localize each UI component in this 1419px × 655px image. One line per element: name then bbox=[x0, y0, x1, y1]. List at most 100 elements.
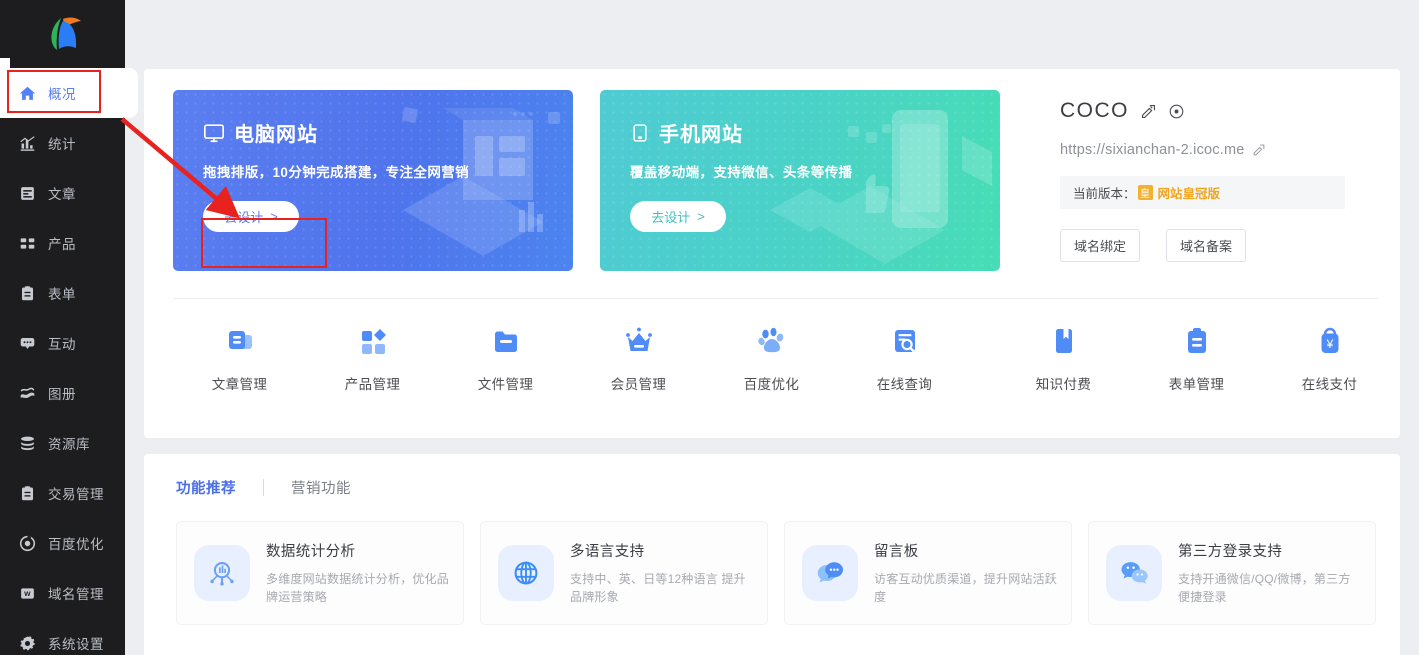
sidebar-item-label: 交易管理 bbox=[48, 487, 104, 502]
wechat-icon bbox=[1106, 545, 1162, 601]
shortcut-product-management[interactable]: 产品管理 bbox=[306, 323, 439, 393]
feature-card-title: 留言板 bbox=[874, 544, 919, 560]
feature-card-desc: 多维度网站数据统计分析，优化品牌运营策略 bbox=[266, 572, 450, 604]
globe-icon bbox=[498, 545, 554, 601]
sidebar: 概况 统计 文章 产品 表单 互动 图册 资源库 交易管理 百度优化 W 域名管… bbox=[0, 0, 138, 655]
shortcuts-row: 文章管理 产品管理 文件管理 会员管理 百度优化 在线查询 知识付费 表单管理 … bbox=[173, 299, 1378, 400]
folder-icon bbox=[488, 323, 524, 359]
feature-card-title: 数据统计分析 bbox=[266, 544, 356, 560]
sidebar-item-label: 资源库 bbox=[48, 437, 90, 452]
mobile-design-button[interactable]: 去设计 > bbox=[630, 201, 726, 232]
sidebar-item-label: 表单 bbox=[48, 287, 76, 302]
sidebar-item-resources[interactable]: 资源库 bbox=[0, 418, 125, 468]
edit-icon[interactable] bbox=[1140, 103, 1157, 120]
sidebar-item-label: 系统设置 bbox=[48, 637, 104, 652]
shortcut-file-management[interactable]: 文件管理 bbox=[439, 323, 572, 393]
feature-card-title: 多语言支持 bbox=[570, 544, 645, 560]
shortcut-group-secondary: 知识付费 表单管理 ¥ 在线支付 bbox=[971, 323, 1396, 393]
site-url-row[interactable]: https://sixianchan-2.icoc.me bbox=[1060, 142, 1345, 158]
grid-squares-icon bbox=[355, 323, 391, 359]
database-icon bbox=[18, 434, 37, 453]
shortcut-label: 在线查询 bbox=[876, 377, 933, 392]
sidebar-item-label: 域名管理 bbox=[48, 587, 104, 602]
preview-icon[interactable] bbox=[1168, 103, 1185, 120]
pc-banner-title-text: 电脑网站 bbox=[234, 124, 318, 146]
external-link-icon[interactable] bbox=[1252, 143, 1266, 157]
shortcut-label: 知识付费 bbox=[1035, 377, 1092, 392]
shortcut-label: 会员管理 bbox=[610, 377, 667, 392]
sidebar-item-statistics[interactable]: 统计 bbox=[0, 118, 125, 168]
feature-card-third-party-login[interactable]: 第三方登录支持 支持开通微信/QQ/微博，第三方便捷登录 bbox=[1088, 521, 1376, 625]
sidebar-item-baidu-seo[interactable]: 百度优化 bbox=[0, 518, 125, 568]
sidebar-item-gallery[interactable]: 图册 bbox=[0, 368, 125, 418]
gallery-icon bbox=[18, 384, 37, 403]
shortcut-online-payment[interactable]: ¥ 在线支付 bbox=[1263, 323, 1396, 393]
sidebar-item-product[interactable]: 产品 bbox=[0, 218, 125, 268]
tab-feature-recommend[interactable]: 功能推荐 bbox=[176, 477, 236, 498]
sidebar-item-settings[interactable]: 系统设置 bbox=[0, 618, 125, 655]
mobile-banner-title: 手机网站 bbox=[630, 118, 1000, 147]
feature-card-text: 留言板 访客互动优质渠道，提升网站活跃度 bbox=[874, 540, 1057, 606]
feature-tabs: 功能推荐 营销功能 bbox=[176, 474, 1376, 500]
version-name: 网站皇冠版 bbox=[1157, 187, 1221, 201]
shortcut-label: 百度优化 bbox=[743, 377, 800, 392]
phone-icon bbox=[633, 123, 647, 142]
sidebar-item-article[interactable]: 文章 bbox=[0, 168, 125, 218]
sidebar-item-overview[interactable]: 概况 bbox=[0, 58, 138, 118]
message-icon bbox=[802, 545, 858, 601]
shortcut-article-management[interactable]: 文章管理 bbox=[173, 323, 306, 393]
feature-card-analytics[interactable]: 数据统计分析 多维度网站数据统计分析，优化品牌运营策略 bbox=[176, 521, 464, 625]
pc-banner-title: 电脑网站 bbox=[203, 118, 573, 147]
sidebar-item-form[interactable]: 表单 bbox=[0, 268, 125, 318]
shortcut-member-management[interactable]: 会员管理 bbox=[572, 323, 705, 393]
clipboard-icon bbox=[1179, 323, 1215, 359]
analytics-icon bbox=[194, 545, 250, 601]
pc-site-banner[interactable]: 电脑网站 拖拽排版，10分钟完成搭建，专注全网营销 去设计 > bbox=[173, 90, 573, 271]
logo[interactable] bbox=[0, 0, 125, 68]
feature-card-text: 多语言支持 支持中、英、日等12种语言 提升品牌形象 bbox=[570, 540, 753, 606]
sidebar-item-label: 统计 bbox=[48, 137, 76, 152]
crown-icon bbox=[621, 323, 657, 359]
pc-banner-subtitle: 拖拽排版，10分钟完成搭建，专注全网营销 bbox=[203, 165, 470, 180]
site-name-row: COCO bbox=[1060, 99, 1345, 123]
shortcut-online-query[interactable]: 在线查询 bbox=[838, 323, 971, 393]
feature-card-multilanguage[interactable]: 多语言支持 支持中、英、日等12种语言 提升品牌形象 bbox=[480, 521, 768, 625]
chat-icon bbox=[18, 334, 37, 353]
feature-card-message-board[interactable]: 留言板 访客互动优质渠道，提升网站活跃度 bbox=[784, 521, 1072, 625]
sidebar-item-domain[interactable]: W 域名管理 bbox=[0, 568, 125, 618]
main-content: 电脑网站 拖拽排版，10分钟完成搭建，专注全网营销 去设计 > 手机网站 覆盖移… bbox=[125, 0, 1419, 655]
chevron-right-icon: > bbox=[697, 209, 705, 224]
shortcut-baidu-optimization[interactable]: 百度优化 bbox=[705, 323, 838, 393]
pc-design-button[interactable]: 去设计 > bbox=[203, 201, 299, 232]
tab-separator bbox=[263, 478, 264, 496]
domain-buttons: 域名绑定 域名备案 bbox=[1060, 229, 1345, 262]
domain-bind-button[interactable]: 域名绑定 bbox=[1060, 229, 1140, 262]
tab-marketing-feature[interactable]: 营销功能 bbox=[291, 477, 351, 498]
sidebar-item-label: 图册 bbox=[48, 387, 76, 402]
shortcut-form-management[interactable]: 表单管理 bbox=[1130, 323, 1263, 393]
sidebar-item-orders[interactable]: 交易管理 bbox=[0, 468, 125, 518]
shortcut-label: 产品管理 bbox=[344, 377, 401, 392]
shortcut-label: 表单管理 bbox=[1168, 377, 1225, 392]
shortcut-group-primary: 文章管理 产品管理 文件管理 会员管理 百度优化 在线查询 bbox=[173, 323, 971, 393]
svg-text:W: W bbox=[24, 591, 31, 598]
shortcut-paid-knowledge[interactable]: 知识付费 bbox=[997, 323, 1130, 393]
feature-card-row: 数据统计分析 多维度网站数据统计分析，优化品牌运营策略 多语言支持 支持中、英、… bbox=[176, 521, 1376, 625]
paw-icon bbox=[754, 323, 790, 359]
sidebar-item-interaction[interactable]: 互动 bbox=[0, 318, 125, 368]
version-label: 当前版本： bbox=[1073, 187, 1136, 201]
feature-card-text: 第三方登录支持 支持开通微信/QQ/微博，第三方便捷登录 bbox=[1178, 540, 1361, 606]
mobile-design-button-label: 去设计 bbox=[651, 210, 691, 225]
feature-card-text: 数据统计分析 多维度网站数据统计分析，优化品牌运营策略 bbox=[266, 540, 449, 606]
pc-design-button-label: 去设计 bbox=[224, 210, 264, 225]
feature-card-title: 第三方登录支持 bbox=[1178, 544, 1283, 560]
chevron-right-icon: > bbox=[270, 209, 278, 224]
mobile-banner-subtitle: 覆盖移动端，支持微信、头条等传播 bbox=[630, 165, 853, 180]
pc-banner-body: 电脑网站 拖拽排版，10分钟完成搭建，专注全网营销 去设计 > bbox=[173, 90, 573, 232]
domain-record-button[interactable]: 域名备案 bbox=[1166, 229, 1246, 262]
site-url-text: https://sixianchan-2.icoc.me bbox=[1060, 142, 1245, 158]
sidebar-nav: 概况 统计 文章 产品 表单 互动 图册 资源库 交易管理 百度优化 W 域名管… bbox=[0, 58, 138, 655]
mobile-site-banner[interactable]: 手机网站 覆盖移动端，支持微信、头条等传播 去设计 > bbox=[600, 90, 1000, 271]
site-name: COCO bbox=[1060, 99, 1129, 122]
sidebar-item-label: 概况 bbox=[48, 87, 76, 102]
